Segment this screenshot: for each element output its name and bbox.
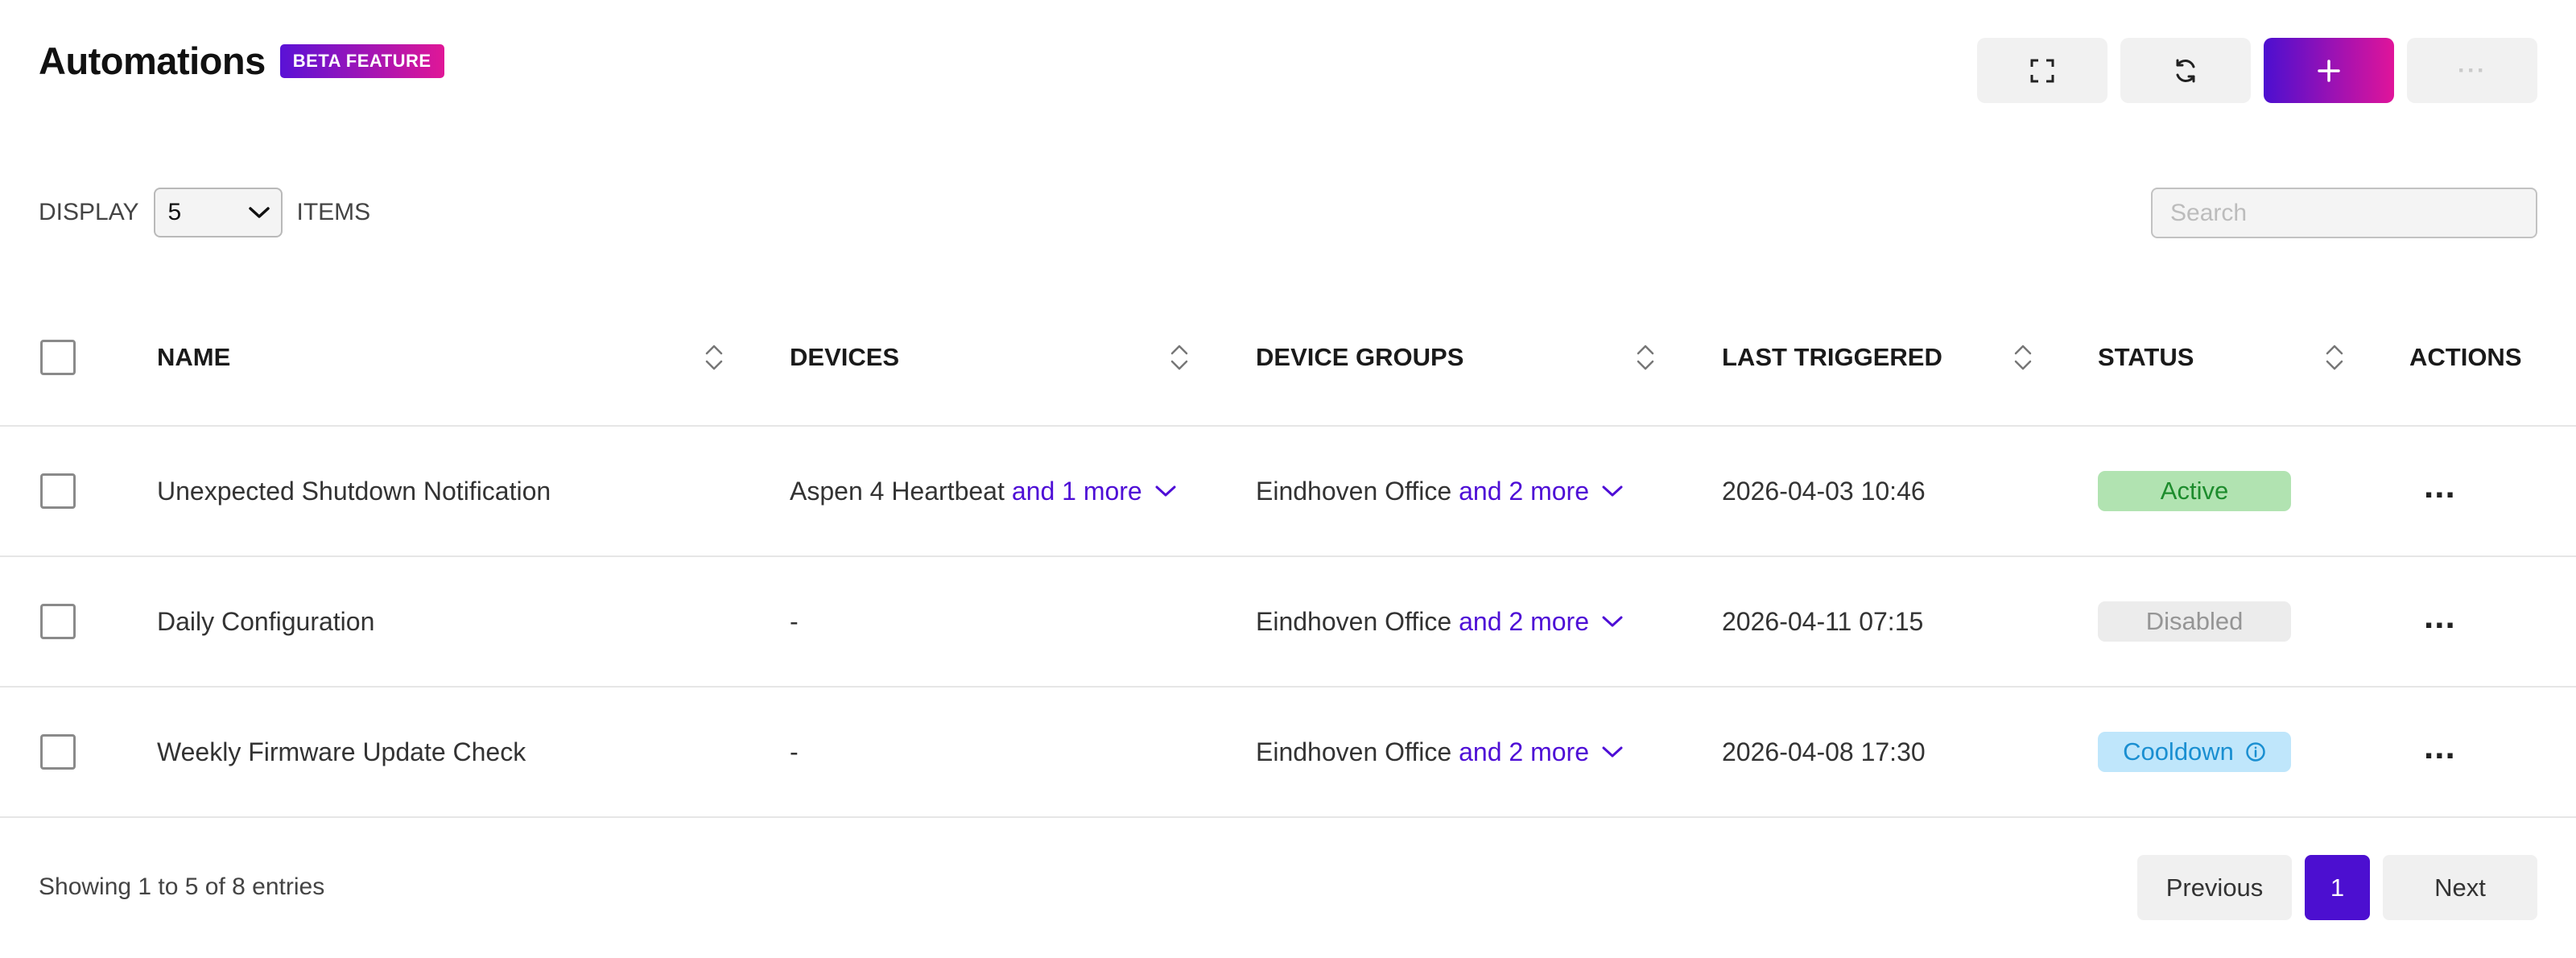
- sort-last-triggered-icon[interactable]: [2013, 290, 2033, 425]
- groups-more-link[interactable]: and 2 more: [1459, 607, 1589, 637]
- display-label: DISPLAY: [39, 199, 139, 225]
- page-header: Automations BETA FEATURE: [39, 39, 444, 83]
- column-header-actions: ACTIONS: [2409, 343, 2522, 371]
- items-label: ITEMS: [296, 199, 371, 225]
- automation-name: Daily Configuration: [157, 606, 375, 636]
- devices-more-link[interactable]: and 1 more: [1012, 477, 1142, 506]
- row-checkbox[interactable]: [40, 604, 76, 639]
- sort-name-icon[interactable]: [704, 290, 724, 425]
- column-header-devices[interactable]: DEVICES: [790, 290, 899, 425]
- select-all-checkbox[interactable]: [40, 340, 76, 375]
- last-triggered: 2026-04-03 10:46: [1722, 476, 1926, 506]
- chevron-down-icon[interactable]: [1602, 745, 1623, 758]
- table-row: Unexpected Shutdown Notification Aspen 4…: [0, 427, 2576, 557]
- pagination: Previous 1 Next: [2137, 855, 2537, 920]
- sort-status-icon[interactable]: [2324, 290, 2345, 425]
- page-title: Automations: [39, 39, 266, 82]
- beta-badge: BETA FEATURE: [279, 43, 444, 78]
- chevron-down-icon[interactable]: [1602, 615, 1623, 628]
- row-actions-button[interactable]: ...: [2424, 599, 2456, 644]
- automation-name: Unexpected Shutdown Notification: [157, 476, 551, 506]
- refresh-button[interactable]: [2120, 38, 2251, 103]
- column-header-device-groups[interactable]: DEVICE GROUPS: [1256, 290, 1463, 425]
- groups-more-link[interactable]: and 2 more: [1459, 477, 1589, 506]
- fullscreen-icon: [2030, 59, 2054, 82]
- device-groups-cell: Eindhoven Office and 2 more: [1256, 427, 1623, 555]
- chevron-down-icon[interactable]: [1155, 485, 1176, 498]
- last-triggered: 2026-04-08 17:30: [1722, 737, 1926, 766]
- groups-more-link[interactable]: and 2 more: [1459, 737, 1589, 767]
- fullscreen-button[interactable]: [1977, 38, 2107, 103]
- refresh-icon: [2176, 59, 2195, 82]
- chevron-down-icon: [248, 207, 270, 218]
- row-actions-button[interactable]: ...: [2424, 729, 2456, 774]
- info-icon[interactable]: [2245, 741, 2266, 762]
- group-name: Eindhoven Office: [1256, 737, 1452, 766]
- status-badge: Active: [2098, 471, 2291, 511]
- devices-cell: Aspen 4 Heartbeat and 1 more: [790, 427, 1176, 555]
- entries-info: Showing 1 to 5 of 8 entries: [39, 873, 325, 900]
- toolbar: ···: [1977, 38, 2537, 103]
- group-name: Eindhoven Office: [1256, 476, 1452, 506]
- page-size-select[interactable]: 5: [153, 188, 283, 237]
- automation-name: Weekly Firmware Update Check: [157, 737, 526, 766]
- status-badge: Cooldown: [2098, 732, 2291, 772]
- display-controls: DISPLAY 5 ITEMS: [39, 188, 370, 237]
- automations-table: NAME DEVICES DEVICE GROUPS LAST TRIGGERE…: [0, 290, 2576, 818]
- row-checkbox[interactable]: [40, 473, 76, 509]
- last-triggered: 2026-04-11 07:15: [1722, 606, 1924, 636]
- status-badge: Disabled: [2098, 601, 2291, 642]
- column-header-status[interactable]: STATUS: [2098, 290, 2194, 425]
- row-actions-button[interactable]: ...: [2424, 469, 2456, 514]
- devices-cell: -: [790, 737, 799, 766]
- previous-page-button[interactable]: Previous: [2137, 855, 2292, 920]
- device-name: Aspen 4 Heartbeat: [790, 476, 1005, 506]
- chevron-down-icon[interactable]: [1602, 485, 1623, 498]
- column-header-name[interactable]: NAME: [157, 290, 230, 425]
- automations-page: Automations BETA FEATURE ··· DISPLAY 5 I…: [0, 0, 2576, 958]
- page-1-button[interactable]: 1: [2305, 855, 2370, 920]
- column-header-last-triggered[interactable]: LAST TRIGGERED: [1722, 290, 1942, 425]
- devices-cell: -: [790, 606, 799, 636]
- device-groups-cell: Eindhoven Office and 2 more: [1256, 688, 1623, 816]
- row-checkbox[interactable]: [40, 734, 76, 770]
- page-size-value: 5: [167, 199, 182, 225]
- sort-device-groups-icon[interactable]: [1635, 290, 1656, 425]
- next-page-button[interactable]: Next: [2383, 855, 2537, 920]
- more-icon: ···: [2458, 56, 2487, 84]
- search-input[interactable]: [2151, 188, 2537, 238]
- table-row: Daily Configuration - Eindhoven Office a…: [0, 557, 2576, 688]
- device-groups-cell: Eindhoven Office and 2 more: [1256, 557, 1623, 686]
- table-header-row: NAME DEVICES DEVICE GROUPS LAST TRIGGERE…: [0, 290, 2576, 427]
- group-name: Eindhoven Office: [1256, 606, 1452, 636]
- status-label: Cooldown: [2123, 737, 2234, 766]
- add-automation-button[interactable]: [2264, 38, 2394, 103]
- more-options-button[interactable]: ···: [2407, 38, 2537, 103]
- table-row: Weekly Firmware Update Check - Eindhoven…: [0, 688, 2576, 818]
- plus-icon: [2318, 59, 2340, 82]
- sort-devices-icon[interactable]: [1169, 290, 1190, 425]
